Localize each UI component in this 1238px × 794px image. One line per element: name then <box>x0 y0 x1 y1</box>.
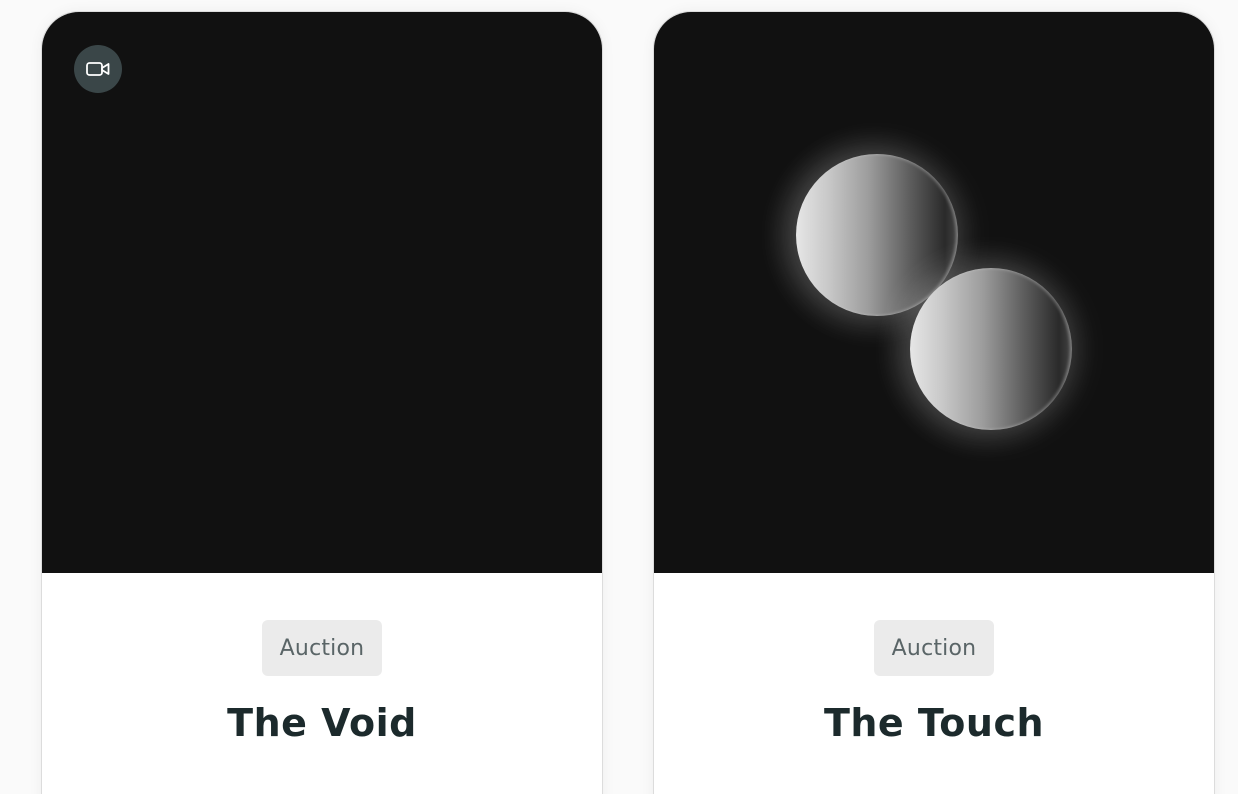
artwork-card-the-void[interactable]: Auction The Void <box>41 11 603 794</box>
artwork-grid: Auction The Void Auction The Touch <box>0 0 1238 794</box>
artwork-media[interactable] <box>42 12 602 573</box>
video-camera-icon <box>86 62 110 76</box>
artwork-title[interactable]: The Touch <box>654 701 1214 745</box>
artwork-info: Auction The Touch <box>654 573 1214 794</box>
artwork-media[interactable] <box>654 12 1214 573</box>
artwork-info: Auction The Void <box>42 573 602 794</box>
sale-type-badge: Auction <box>262 620 382 676</box>
video-badge <box>74 45 122 93</box>
artwork-image-spheres <box>654 12 1214 573</box>
sphere-lower <box>910 268 1072 430</box>
artwork-title[interactable]: The Void <box>42 701 602 745</box>
artwork-card-the-touch[interactable]: Auction The Touch <box>653 11 1215 794</box>
sale-type-badge: Auction <box>874 620 994 676</box>
